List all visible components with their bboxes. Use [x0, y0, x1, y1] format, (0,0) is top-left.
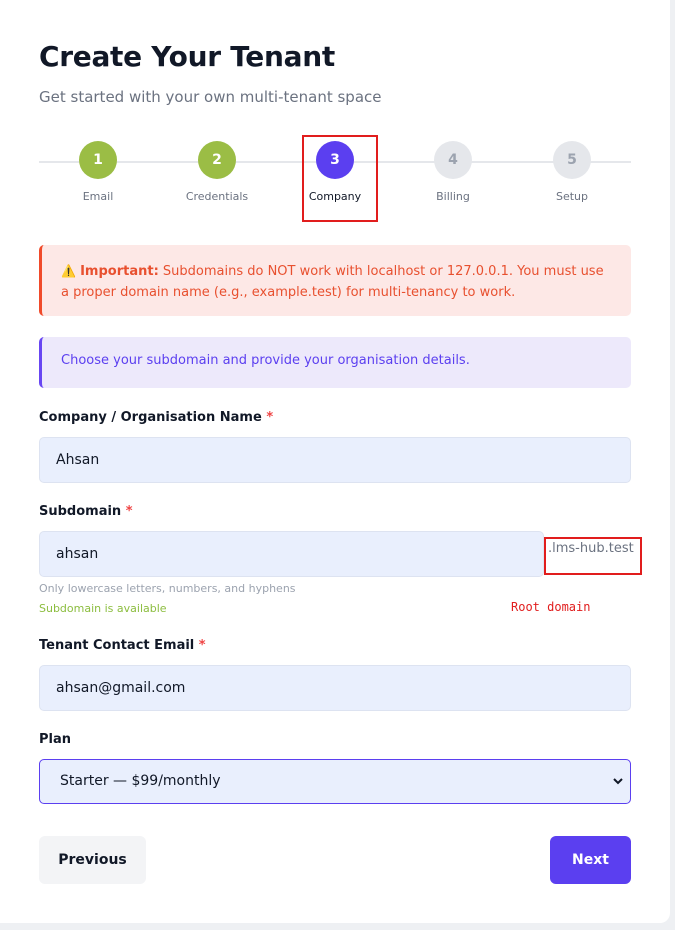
email-label: Tenant Contact Email * [39, 638, 206, 653]
step-billing: 4 Billing [403, 141, 503, 203]
plan-selected-value: Starter — $99/monthly [60, 773, 221, 789]
step-number: 5 [553, 141, 591, 179]
root-domain-annotation: Root domain [511, 600, 591, 614]
step-setup: 5 Setup [522, 141, 622, 203]
subdomain-value: ahsan [56, 546, 99, 562]
current-step-highlight [302, 135, 378, 222]
root-domain-highlight [544, 537, 642, 575]
required-mark: * [266, 410, 274, 425]
page-title: Create Your Tenant [39, 40, 335, 73]
contact-email-value: ahsan@gmail.com [56, 680, 186, 696]
step-label: Billing [436, 190, 470, 203]
required-mark: * [198, 638, 206, 653]
plan-label: Plan [39, 732, 72, 747]
subdomain-input[interactable]: ahsan [39, 531, 544, 577]
page-subtitle: Get started with your own multi-tenant s… [39, 88, 382, 106]
subdomain-status: Subdomain is available [39, 602, 167, 615]
step-label: Setup [555, 190, 589, 203]
subdomain-label-text: Subdomain [39, 504, 122, 519]
chevron-down-icon [612, 760, 624, 821]
step-number: 1 [79, 141, 117, 179]
step-label: Credentials [185, 190, 249, 203]
create-tenant-card: Create Your Tenant Get started with your… [0, 0, 670, 923]
step-number: 2 [198, 141, 236, 179]
warning-alert: ⚠️ Important: Subdomains do NOT work wit… [39, 245, 631, 316]
warning-icon: ⚠️ [61, 264, 76, 278]
next-button[interactable]: Next [550, 836, 631, 884]
contact-email-input[interactable]: ahsan@gmail.com [39, 665, 631, 711]
email-label-text: Tenant Contact Email [39, 638, 195, 653]
plan-select[interactable]: Starter — $99/monthly [39, 759, 631, 804]
company-label-text: Company / Organisation Name [39, 410, 262, 425]
required-mark: * [125, 504, 133, 519]
company-label: Company / Organisation Name * [39, 410, 273, 425]
subdomain-hint: Only lowercase letters, numbers, and hyp… [39, 582, 296, 595]
subdomain-label: Subdomain * [39, 504, 133, 519]
step-label: Email [82, 190, 114, 203]
company-name-input[interactable]: Ahsan [39, 437, 631, 483]
step-credentials: 2 Credentials [167, 141, 267, 203]
warning-title: Important: [80, 264, 159, 279]
step-email: 1 Email [48, 141, 148, 203]
step-number: 4 [434, 141, 472, 179]
previous-button[interactable]: Previous [39, 836, 146, 884]
info-alert: Choose your subdomain and provide your o… [39, 337, 631, 388]
company-name-value: Ahsan [56, 452, 100, 468]
info-text: Choose your subdomain and provide your o… [61, 353, 470, 368]
